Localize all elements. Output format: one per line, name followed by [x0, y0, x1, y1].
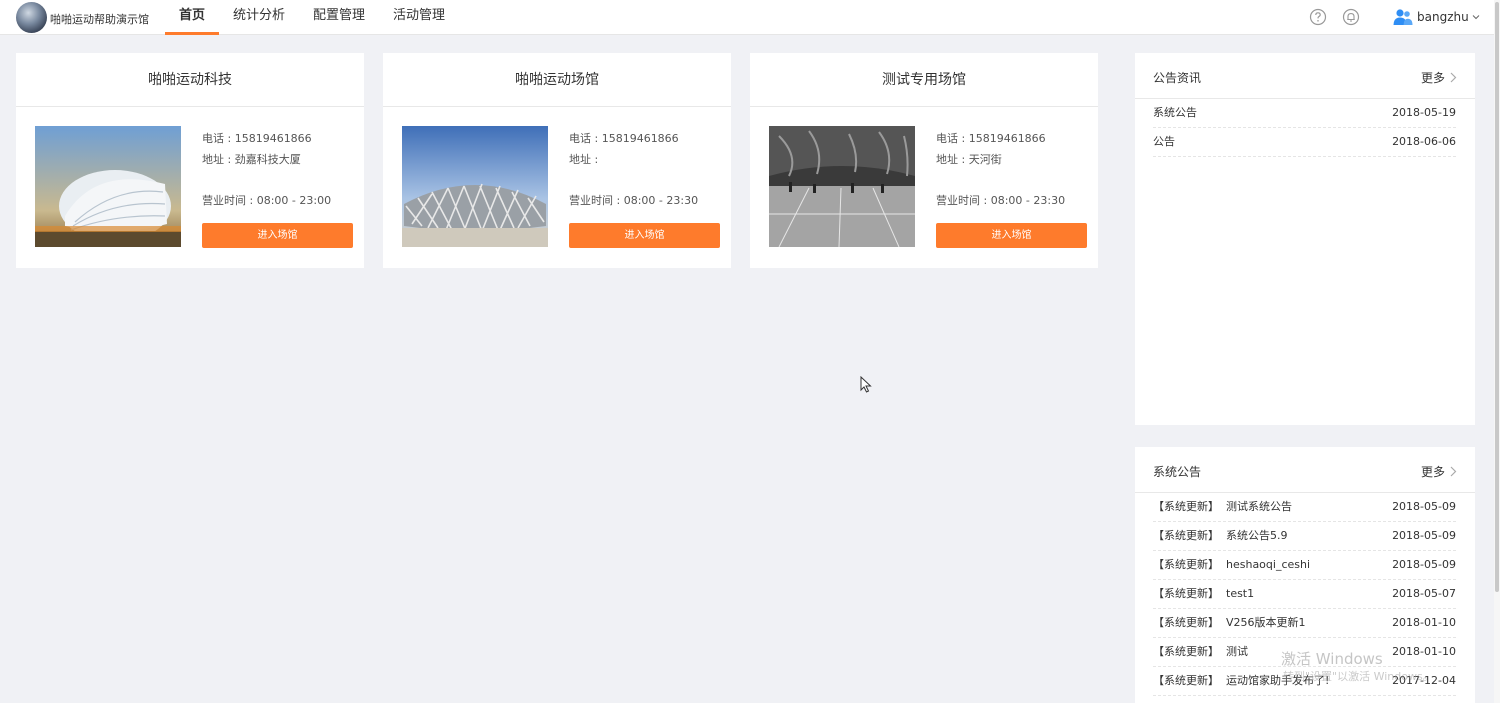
- notice-item[interactable]: 【系统更新】 test1 2018-05-07: [1153, 580, 1456, 609]
- notice-item[interactable]: 【系统更新】 测试系统公告 2018-05-09: [1153, 493, 1456, 522]
- news-date: 2018-06-06: [1392, 135, 1456, 148]
- chevron-right-icon: [1450, 72, 1457, 83]
- news-title: 系统公告: [1153, 106, 1197, 119]
- panel-title: 系统公告: [1153, 465, 1202, 479]
- news-item[interactable]: 系统公告 2018-05-19: [1153, 99, 1456, 128]
- venue-hours: 营业时间 : 08:00 - 23:30: [936, 194, 1066, 207]
- notice-title: 系统公告5.9: [1226, 529, 1288, 542]
- venue-hours: 营业时间 : 08:00 - 23:00: [202, 194, 332, 207]
- user-menu[interactable]: bangzhu: [1393, 8, 1480, 26]
- notice-title: 测试: [1226, 645, 1248, 658]
- panel-header: 公告资讯 更多: [1135, 53, 1475, 99]
- chevron-right-icon: [1450, 466, 1457, 477]
- mouse-cursor-icon: [860, 376, 872, 393]
- panel-header: 系统公告 更多: [1135, 447, 1475, 493]
- app-logo[interactable]: [16, 2, 47, 33]
- notice-tag: 【系统更新】: [1153, 616, 1219, 629]
- notice-tag: 【系统更新】: [1153, 558, 1219, 571]
- nav-tab-home[interactable]: 首页: [165, 0, 220, 35]
- notice-title: test1: [1226, 587, 1255, 600]
- venue-address: 地址 :: [569, 153, 599, 166]
- notice-title: heshaoqi_ceshi: [1226, 558, 1311, 571]
- enter-venue-button[interactable]: 进入场馆: [202, 223, 353, 248]
- more-label: 更多: [1420, 71, 1445, 85]
- notice-tag: 【系统更新】: [1153, 587, 1219, 600]
- page-scrollbar-thumb[interactable]: [1495, 2, 1499, 592]
- venue-card: 啪啪运动场馆 电话 : 15819461866 地址 : 营业时间 : 08:0…: [383, 53, 731, 268]
- nav-tab-statistics[interactable]: 统计分析: [219, 0, 299, 35]
- notice-tag: 【系统更新】: [1153, 674, 1219, 687]
- venue-card: 测试专用场馆 电话 : 15819461866 地址 : 天河街 营业时间 : …: [750, 53, 1098, 268]
- notice-date: 2018-01-10: [1392, 616, 1456, 629]
- venue-hours: 营业时间 : 08:00 - 23:30: [569, 194, 699, 207]
- venue-name: 啪啪运动场馆: [383, 53, 731, 107]
- activation-watermark: 激活 Windows: [1281, 650, 1383, 668]
- venue-card: 啪啪运动科技 电话 : 15819461866 地址 : 劲嘉科技大厦 营业时间…: [16, 53, 364, 268]
- venue-contact-info: 电话 : 15819461866 地址 : 劲嘉科技大厦: [202, 131, 312, 173]
- venue-address: 地址 : 劲嘉科技大厦: [202, 153, 301, 166]
- help-circle-icon[interactable]: [1309, 8, 1327, 26]
- venue-contact-info: 电话 : 15819461866 地址 : 天河街: [936, 131, 1046, 173]
- news-item[interactable]: 公告 2018-06-06: [1153, 128, 1456, 157]
- more-link[interactable]: 更多: [1421, 463, 1457, 480]
- venue-name: 啪啪运动科技: [16, 53, 364, 107]
- username: bangzhu: [1417, 10, 1469, 24]
- venue-photo: [402, 126, 548, 247]
- notice-date: 2018-01-10: [1392, 645, 1456, 658]
- notice-item[interactable]: 【系统更新】 V256版本更新1 2018-01-10: [1153, 609, 1456, 638]
- venue-contact-info: 电话 : 15819461866 地址 :: [569, 131, 679, 173]
- notice-date: 2018-05-09: [1392, 529, 1456, 542]
- nav-tab-activity[interactable]: 活动管理: [379, 0, 459, 35]
- notice-date: 2018-05-09: [1392, 558, 1456, 571]
- notice-title: V256版本更新1: [1226, 616, 1306, 629]
- notice-date: 2018-05-09: [1392, 500, 1456, 513]
- venue-phone: 电话 : 15819461866: [202, 132, 312, 145]
- notice-date: 2018-05-07: [1392, 587, 1456, 600]
- notice-title: 测试系统公告: [1226, 500, 1292, 513]
- bell-icon[interactable]: [1342, 8, 1360, 26]
- news-date: 2018-05-19: [1392, 106, 1456, 119]
- enter-venue-button[interactable]: 进入场馆: [936, 223, 1087, 248]
- notice-item[interactable]: 【系统更新】 系统公告5.9 2018-05-09: [1153, 522, 1456, 551]
- panel-title: 公告资讯: [1153, 71, 1202, 85]
- main-nav: 首页 统计分析 配置管理 活动管理: [165, 0, 459, 35]
- venue-photo: [35, 126, 181, 247]
- top-nav-bar: 啪啪运动帮助演示馆 首页 统计分析 配置管理 活动管理 bangzhu: [0, 0, 1500, 35]
- venue-address: 地址 : 天河街: [936, 153, 1002, 166]
- venue-photo: [769, 126, 915, 247]
- enter-venue-button[interactable]: 进入场馆: [569, 223, 720, 248]
- chevron-down-icon: [1472, 15, 1480, 20]
- more-label: 更多: [1420, 465, 1445, 479]
- venue-phone: 电话 : 15819461866: [569, 132, 679, 145]
- more-link[interactable]: 更多: [1421, 69, 1457, 86]
- activation-watermark-subtext: 转到"设置"以激活 Windows。: [1283, 670, 1434, 683]
- notice-tag: 【系统更新】: [1153, 500, 1219, 513]
- notice-item[interactable]: 【系统更新】 heshaoqi_ceshi 2018-05-09: [1153, 551, 1456, 580]
- notice-tag: 【系统更新】: [1153, 529, 1219, 542]
- venue-name: 测试专用场馆: [750, 53, 1098, 107]
- news-title: 公告: [1153, 135, 1175, 148]
- notice-tag: 【系统更新】: [1153, 645, 1219, 658]
- users-icon: [1393, 9, 1413, 25]
- venue-phone: 电话 : 15819461866: [936, 132, 1046, 145]
- nav-tab-config[interactable]: 配置管理: [299, 0, 379, 35]
- app-name: 啪啪运动帮助演示馆: [50, 13, 149, 26]
- news-panel: 公告资讯 更多 系统公告 2018-05-19 公告 2018-06-06: [1135, 53, 1475, 425]
